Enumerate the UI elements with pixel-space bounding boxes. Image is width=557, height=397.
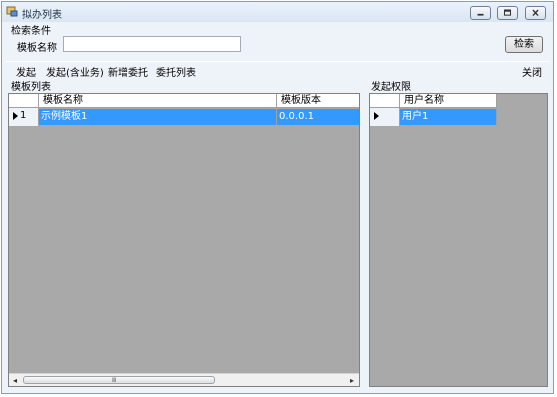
close-icon (532, 9, 539, 17)
start-button[interactable]: 发起 (16, 64, 36, 79)
template-version-cell[interactable]: 0.0.0.1 (277, 109, 359, 125)
permission-list-label: 发起权限 (371, 82, 411, 93)
current-row-arrow-icon (13, 112, 18, 120)
column-header-user-name[interactable]: 用户名称 (400, 94, 497, 108)
scroll-grip: Ⅲ (112, 377, 117, 384)
scroll-left-icon[interactable]: ◂ (10, 376, 20, 385)
start-with-business-button[interactable]: 发起(含业务) (46, 64, 104, 79)
template-name-input[interactable] (63, 36, 241, 52)
scroll-thumb[interactable]: Ⅲ (23, 376, 215, 384)
grid-corner-header (9, 94, 39, 108)
main-window: 拟办列表 检索条件 模板名称 检索 发起 发起(含业务) 新增委托 委托列表 关… (1, 1, 554, 394)
minimize-icon (477, 13, 484, 16)
close-window-button[interactable]: 关闭 (522, 64, 542, 79)
toolbar: 发起 发起(含业务) 新增委托 委托列表 关闭 (6, 61, 549, 80)
column-header-template-name[interactable]: 模板名称 (39, 94, 277, 108)
minimize-button[interactable] (470, 6, 491, 20)
table-row-header[interactable]: 1 (9, 108, 39, 126)
permission-grid[interactable]: 用户名称 用户1 (369, 93, 548, 387)
scroll-right-icon[interactable]: ▸ (347, 376, 357, 385)
horizontal-scrollbar[interactable]: ◂ Ⅲ ▸ (9, 373, 359, 386)
maximize-icon (503, 9, 512, 16)
grid-corner-header (370, 94, 400, 108)
table-row[interactable]: 示例模板1 (39, 109, 277, 125)
app-icon (6, 6, 18, 17)
template-list-label: 模板列表 (11, 82, 51, 93)
window-title: 拟办列表 (22, 10, 62, 21)
close-button[interactable] (525, 6, 546, 20)
current-row-arrow-icon (374, 112, 379, 120)
table-row-header[interactable] (370, 108, 400, 126)
search-button[interactable]: 检索 (505, 36, 543, 53)
search-group-label: 检索条件 (11, 26, 51, 37)
table-row[interactable]: 用户1 (400, 109, 497, 125)
maximize-button[interactable] (497, 6, 518, 20)
delegation-list-button[interactable]: 委托列表 (156, 64, 196, 79)
template-grid[interactable]: 模板名称 模板版本 1 示例模板1 0.0.0.1 ◂ Ⅲ ▸ (8, 93, 360, 387)
title-bar[interactable]: 拟办列表 (2, 2, 553, 22)
add-delegation-button[interactable]: 新增委托 (108, 64, 148, 79)
template-name-label: 模板名称 (17, 43, 57, 54)
row-number: 1 (20, 110, 27, 121)
column-header-template-version[interactable]: 模板版本 (277, 94, 359, 108)
